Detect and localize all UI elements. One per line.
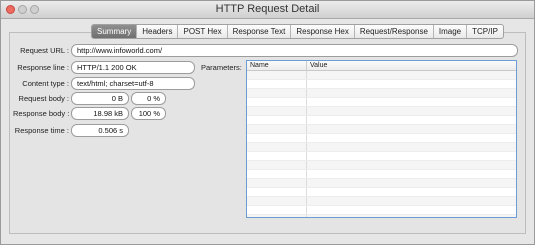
- table-row: [247, 134, 516, 143]
- table-row: [247, 206, 516, 215]
- table-row: [247, 80, 516, 89]
- response-time-label: Response time :: [14, 126, 69, 135]
- tab-tcp-ip[interactable]: TCP/IP: [467, 25, 503, 38]
- table-body: [247, 71, 516, 217]
- tab-request-response[interactable]: Request/Response: [355, 25, 434, 38]
- response-body-percent-field[interactable]: 100 %: [131, 107, 166, 120]
- table-row: [247, 179, 516, 188]
- request-body-size-field[interactable]: 0 B: [71, 92, 129, 105]
- table-row: [247, 188, 516, 197]
- table-row: [247, 152, 516, 161]
- request-url-label: Request URL :: [20, 46, 69, 55]
- table-row: [247, 116, 516, 125]
- table-row: [247, 161, 516, 170]
- tab-bar: Summary Headers POST Hex Response Text R…: [91, 24, 504, 39]
- table-row: [247, 170, 516, 179]
- tab-response-text[interactable]: Response Text: [228, 25, 292, 38]
- column-header-name[interactable]: Name: [247, 61, 307, 70]
- response-time-field[interactable]: 0.506 s: [71, 124, 129, 137]
- table-row: [247, 143, 516, 152]
- table-row: [247, 125, 516, 134]
- table-row: [247, 197, 516, 206]
- http-request-detail-window: HTTP Request Detail Summary Headers POST…: [0, 0, 535, 245]
- response-line-label: Response line :: [17, 63, 69, 72]
- request-body-label: Request body :: [18, 94, 69, 103]
- tab-summary[interactable]: Summary: [92, 25, 138, 38]
- parameters-label: Parameters:: [201, 63, 242, 72]
- response-body-size-field[interactable]: 18.98 kB: [71, 107, 129, 120]
- window-title: HTTP Request Detail: [215, 3, 320, 15]
- content-type-field[interactable]: text/html; charset=utf-8: [71, 77, 195, 90]
- table-row: [247, 98, 516, 107]
- response-body-label: Response body :: [13, 109, 70, 118]
- table-row: [247, 215, 516, 217]
- parameters-table[interactable]: Name Value: [246, 60, 517, 218]
- title-bar: HTTP Request Detail: [1, 1, 534, 19]
- table-header: Name Value: [247, 61, 516, 71]
- request-url-field[interactable]: http://www.infoworld.com/: [71, 44, 518, 57]
- tab-post-hex[interactable]: POST Hex: [178, 25, 228, 38]
- content-type-label: Content type :: [22, 79, 69, 88]
- tab-headers[interactable]: Headers: [137, 25, 179, 38]
- tab-image[interactable]: Image: [434, 25, 468, 38]
- response-line-field[interactable]: HTTP/1.1 200 OK: [71, 61, 195, 74]
- table-row: [247, 71, 516, 80]
- column-header-value[interactable]: Value: [307, 61, 327, 70]
- table-row: [247, 107, 516, 116]
- tab-response-hex[interactable]: Response Hex: [291, 25, 355, 38]
- table-row: [247, 89, 516, 98]
- request-body-percent-field[interactable]: 0 %: [131, 92, 166, 105]
